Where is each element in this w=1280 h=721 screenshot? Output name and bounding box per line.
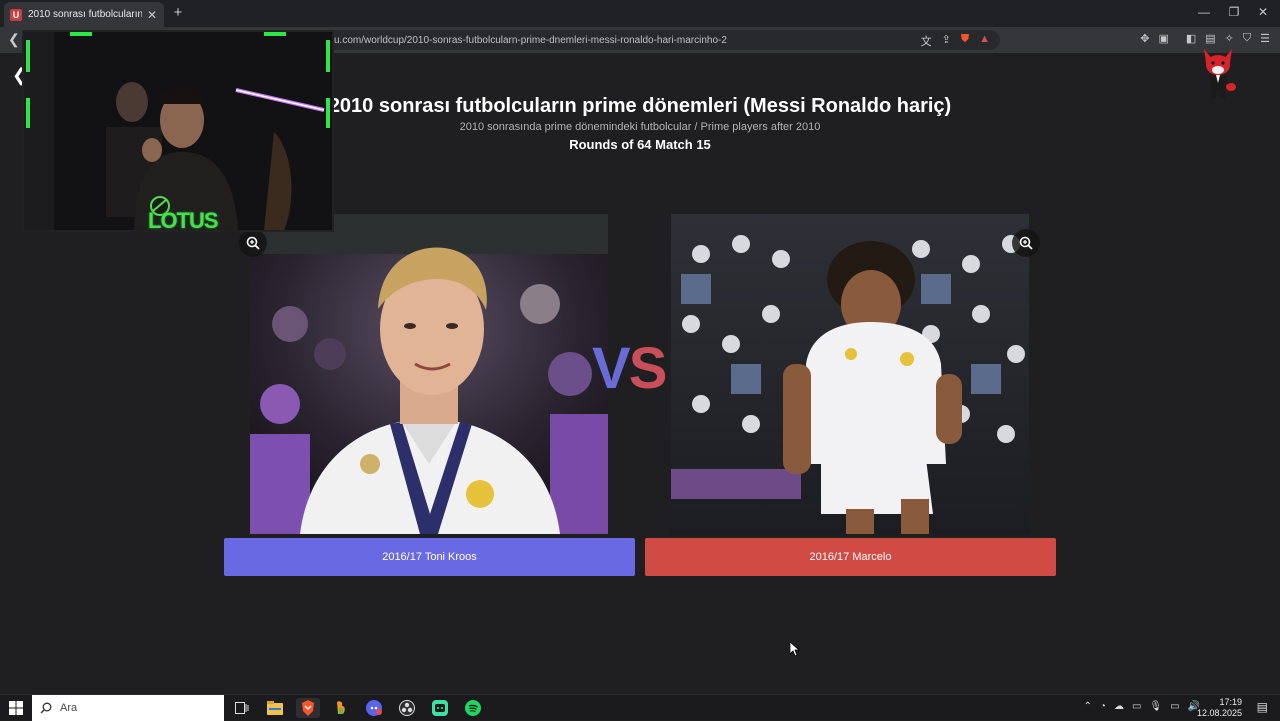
system-tray: ⌃ ◔ ☁ ▭ 🎙 ▭ 🔊 — [1084, 701, 1201, 712]
choose-right-button[interactable]: 2016/17 Marcelo — [645, 538, 1056, 576]
left-candidate-image[interactable] — [250, 214, 608, 534]
windows-start-icon[interactable] — [9, 701, 23, 715]
chat-app-icon[interactable] — [428, 698, 452, 718]
brave-rewards-icon[interactable]: ▲ — [979, 33, 990, 49]
new-tab-icon[interactable]: + — [170, 4, 186, 21]
tab-title: 2010 sonrası futbolcuların prime dön — [28, 9, 142, 20]
share-icon[interactable]: ⇪ — [942, 33, 951, 49]
back-icon[interactable]: ❮ — [8, 31, 20, 48]
webcam-feed — [24, 32, 332, 230]
extensions-icon[interactable]: ✥ — [1140, 32, 1149, 45]
lotus-logo: LOTUS — [148, 208, 219, 233]
spotify-icon[interactable] — [461, 698, 485, 718]
sidebar-icon[interactable]: ▣ — [1158, 32, 1168, 45]
restore-icon[interactable]: ❐ — [1226, 5, 1242, 19]
address-bar[interactable]: u.com/worldcup/2010-sonras-futbolcularn-… — [300, 30, 1000, 50]
tray-chevron-icon[interactable]: ⌃ — [1084, 701, 1092, 712]
fl-studio-icon[interactable] — [329, 698, 353, 718]
webcam-overlay — [22, 30, 334, 232]
taskbar-search[interactable]: Ara — [32, 695, 224, 721]
zoom-left-button[interactable] — [239, 229, 267, 257]
right-candidate-image[interactable] — [671, 214, 1029, 534]
zoom-right-button[interactable] — [1012, 229, 1040, 257]
obs-icon[interactable] — [395, 698, 419, 718]
microphone-icon[interactable]: 🎙 — [1149, 701, 1162, 712]
browser-tab[interactable]: U 2010 sonrası futbolcuların prime dön ✕ — [4, 2, 164, 27]
taskbar-search-text: Ara — [60, 702, 78, 714]
translate-icon[interactable]: 文 — [921, 33, 932, 49]
vpn-icon[interactable]: ⛉ — [1243, 32, 1251, 45]
clock-time: 17:19 — [1219, 697, 1242, 707]
browser-tab-strip: U 2010 sonrası futbolcuların prime dön ✕… — [0, 0, 1280, 27]
tray-display-icon[interactable]: ▭ — [1132, 701, 1141, 712]
window-close-icon[interactable]: ✕ — [1255, 5, 1271, 19]
vs-s: S — [628, 336, 668, 401]
sidebar-toggle-icon[interactable]: ◧ — [1186, 32, 1196, 45]
taskbar: Ara ⌃ ◔ ☁ ▭ 🎙 ▭ 🔊 17:19 12.08.2025 ▤ — [0, 694, 1280, 721]
clock-date: 12.08.2025 — [1196, 708, 1242, 718]
vs-v: V — [592, 336, 631, 401]
vs-label: VS — [592, 335, 668, 402]
file-explorer-icon[interactable] — [263, 698, 287, 718]
marcelo-photo — [671, 214, 1029, 534]
onedrive-icon[interactable]: ☁ — [1114, 701, 1124, 712]
tray-app-icon[interactable]: ◔ — [1100, 701, 1106, 712]
toni-kroos-photo — [250, 214, 608, 534]
url-text: u.com/worldcup/2010-sonras-futbolcularn-… — [334, 34, 727, 46]
choose-left-button[interactable]: 2016/17 Toni Kroos — [224, 538, 635, 576]
brave-shield-icon[interactable]: ⛊ — [961, 33, 969, 49]
minimize-icon[interactable]: — — [1196, 5, 1212, 19]
zoom-in-icon — [246, 236, 260, 250]
tab-favicon-icon: U — [10, 8, 22, 21]
task-view-icon[interactable] — [230, 698, 254, 718]
notification-icon[interactable]: ▤ — [1257, 700, 1268, 714]
menu-icon[interactable]: ☰ — [1260, 32, 1270, 45]
mouse-cursor-icon — [790, 642, 800, 656]
fox-mascot-icon — [1204, 49, 1236, 99]
network-icon[interactable]: ▭ — [1170, 701, 1179, 712]
taskbar-clock[interactable]: 17:19 12.08.2025 — [1197, 697, 1242, 719]
zoom-in-icon — [1019, 236, 1033, 250]
search-icon — [40, 702, 52, 714]
tab-close-icon[interactable]: ✕ — [146, 8, 158, 22]
brave-browser-icon[interactable] — [296, 698, 320, 718]
discord-icon[interactable] — [362, 698, 386, 718]
